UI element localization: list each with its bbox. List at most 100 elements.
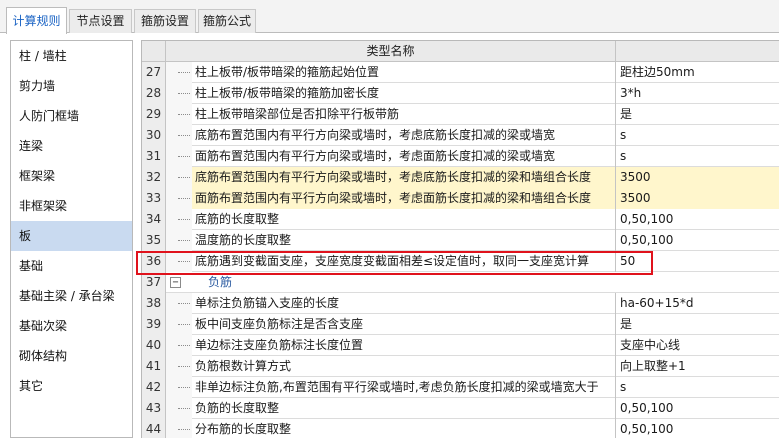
rules-grid: 类型名称 27 柱上板带/板带暗梁的箍筋起始位置 距柱边50mm 28 柱上板带/板带暗… (141, 40, 779, 438)
tree-indent (166, 419, 192, 438)
sidebar-item-coupling-beam[interactable]: 连梁 (11, 131, 132, 161)
tree-indent (166, 293, 192, 314)
rule-value-cell[interactable]: 支座中心线 (616, 335, 779, 356)
sidebar-item-civil-defense-door-frame-wall[interactable]: 人防门框墙 (11, 101, 132, 131)
tree-connector-line (178, 93, 190, 94)
rule-value-cell[interactable]: 0,50,100 (616, 230, 779, 251)
tab-bar: 计算规则 节点设置 箍筋设置 箍筋公式 (0, 0, 779, 34)
row-number: 39 (142, 314, 166, 335)
tree-connector-line (178, 156, 190, 157)
rule-name-cell: 面筋布置范围内有平行方向梁或墙时，考虑面筋长度扣减的梁和墙组合长度 (192, 188, 616, 209)
tab-calc-rules[interactable]: 计算规则 (6, 7, 67, 34)
table-row[interactable]: 34 底筋的长度取整 0,50,100 (142, 209, 779, 230)
type-name-column-header: 类型名称 (166, 41, 616, 62)
table-row[interactable]: 36 底筋遇到变截面支座，支座宽度变截面相差≤设定值时，取同一支座宽计算 50 (142, 251, 779, 272)
tree-connector-line (178, 114, 190, 115)
rule-value-cell[interactable]: 向上取整+1 (616, 356, 779, 377)
row-number: 30 (142, 125, 166, 146)
rule-name-cell: 单边标注支座负筋标注长度位置 (192, 335, 616, 356)
tree-connector-line (178, 387, 190, 388)
rule-name-cell: 柱上板带/板带暗梁的箍筋起始位置 (192, 62, 616, 83)
table-row[interactable]: 42 非单边标注负筋,布置范围有平行梁或墙时,考虑负筋长度扣减的梁或墙宽大于 s (142, 377, 779, 398)
sidebar-item-masonry[interactable]: 砌体结构 (11, 341, 132, 371)
tab-node-settings[interactable]: 节点设置 (69, 9, 132, 33)
rule-name-cell: 温度筋的长度取整 (192, 230, 616, 251)
rule-value-cell[interactable]: 3500 (616, 167, 779, 188)
group-row[interactable]: 37− 负筋 (142, 272, 779, 293)
rule-name-cell: 柱上板带/板带暗梁的箍筋加密长度 (192, 83, 616, 104)
tree-connector-line (178, 408, 190, 409)
rule-value-cell[interactable]: 0,50,100 (616, 398, 779, 419)
table-row[interactable]: 43 负筋的长度取整 0,50,100 (142, 398, 779, 419)
tree-indent (166, 104, 192, 125)
table-row[interactable]: 39 板中间支座负筋标注是否含支座是 (142, 314, 779, 335)
tree-indent (166, 356, 192, 377)
table-row[interactable]: 38 单标注负筋锚入支座的长度 ha-60+15*d (142, 293, 779, 314)
rule-value-cell[interactable]: 50 (616, 251, 779, 272)
table-row[interactable]: 41 负筋根数计算方式 向上取整+1 (142, 356, 779, 377)
tree-indent (166, 146, 192, 167)
grid-rows: 27 柱上板带/板带暗梁的箍筋起始位置 距柱边50mm 28 柱上板带/板带暗梁的箍筋加… (142, 62, 779, 438)
grid-header: 类型名称 (142, 41, 779, 62)
table-row[interactable]: 29 柱上板带暗梁部位是否扣除平行板带筋是 (142, 104, 779, 125)
tab-stirrup-formula[interactable]: 箍筋公式 (198, 9, 256, 33)
rule-name-cell: 柱上板带暗梁部位是否扣除平行板带筋 (192, 104, 616, 125)
table-row[interactable]: 30 底筋布置范围内有平行方向梁或墙时，考虑底筋长度扣减的梁或墙宽 s (142, 125, 779, 146)
tab-stirrup-settings[interactable]: 箍筋设置 (134, 9, 196, 33)
sidebar-item-other[interactable]: 其它 (11, 371, 132, 401)
row-number: 28 (142, 83, 166, 104)
rule-name-cell: 底筋布置范围内有平行方向梁或墙时，考虑底筋长度扣减的梁或墙宽 (192, 125, 616, 146)
tree-connector-line (178, 177, 190, 178)
rule-value-cell[interactable]: 0,50,100 (616, 209, 779, 230)
row-number: 32 (142, 167, 166, 188)
rule-value-cell[interactable]: 是 (616, 104, 779, 125)
row-number: 33 (142, 188, 166, 209)
rule-value-cell[interactable]: s (616, 146, 779, 167)
rule-value-cell[interactable]: 3*h (616, 83, 779, 104)
group-label: 负筋 (208, 275, 233, 289)
row-number: 31 (142, 146, 166, 167)
sidebar-item-foundation[interactable]: 基础 (11, 251, 132, 281)
tree-connector-line (178, 261, 190, 262)
tree-indent (166, 230, 192, 251)
sidebar-item-shear-wall[interactable]: 剪力墙 (11, 71, 132, 101)
sidebar-item-foundation-secondary-beam[interactable]: 基础次梁 (11, 311, 132, 341)
rule-value-cell[interactable]: 是 (616, 314, 779, 335)
collapse-toggle-icon[interactable]: − (170, 277, 181, 288)
tree-indent (166, 251, 192, 272)
rule-value-cell[interactable]: 距柱边50mm (616, 62, 779, 83)
row-number: 36 (142, 251, 166, 272)
row-number: 38 (142, 293, 166, 314)
tree-connector-line (178, 303, 190, 304)
sidebar-item-non-frame-beam[interactable]: 非框架梁 (11, 191, 132, 221)
tree-indent (166, 314, 192, 335)
rule-name-cell: 底筋布置范围内有平行方向梁或墙时，考虑底筋长度扣减的梁和墙组合长度 (192, 167, 616, 188)
tree-indent (166, 167, 192, 188)
row-number: 42 (142, 377, 166, 398)
table-row[interactable]: 28 柱上板带/板带暗梁的箍筋加密长度 3*h (142, 83, 779, 104)
table-row[interactable]: 27 柱上板带/板带暗梁的箍筋起始位置 距柱边50mm (142, 62, 779, 83)
table-row[interactable]: 44 分布筋的长度取整 0,50,100 (142, 419, 779, 438)
tree-indent (166, 335, 192, 356)
rule-value-cell[interactable]: ha-60+15*d (616, 293, 779, 314)
component-type-list: 柱 / 墙柱 剪力墙 人防门框墙 连梁 框架梁 非框架梁 板 基础 基础主梁 /… (10, 40, 133, 438)
table-row[interactable]: 32 底筋布置范围内有平行方向梁或墙时，考虑底筋长度扣减的梁和墙组合长度 3500 (142, 167, 779, 188)
rule-value-cell[interactable]: s (616, 377, 779, 398)
tree-indent (166, 125, 192, 146)
tree-indent (166, 398, 192, 419)
sidebar-item-column-wall-column[interactable]: 柱 / 墙柱 (11, 41, 132, 71)
sidebar-item-frame-beam[interactable]: 框架梁 (11, 161, 132, 191)
rule-value-cell[interactable]: s (616, 125, 779, 146)
table-row[interactable]: 31 面筋布置范围内有平行方向梁或墙时，考虑面筋长度扣减的梁或墙宽 s (142, 146, 779, 167)
tree-indent (166, 62, 192, 83)
tree-connector-line (178, 345, 190, 346)
rule-value-cell[interactable]: 3500 (616, 188, 779, 209)
row-number: 41 (142, 356, 166, 377)
table-row[interactable]: 33 面筋布置范围内有平行方向梁或墙时，考虑面筋长度扣减的梁和墙组合长度 3500 (142, 188, 779, 209)
table-row[interactable]: 35 温度筋的长度取整 0,50,100 (142, 230, 779, 251)
table-row[interactable]: 40 单边标注支座负筋标注长度位置 支座中心线 (142, 335, 779, 356)
rule-name-cell: 负筋的长度取整 (192, 398, 616, 419)
sidebar-item-foundation-main-beam[interactable]: 基础主梁 / 承台梁 (11, 281, 132, 311)
rule-value-cell[interactable]: 0,50,100 (616, 419, 779, 438)
sidebar-item-slab[interactable]: 板 (11, 221, 132, 251)
